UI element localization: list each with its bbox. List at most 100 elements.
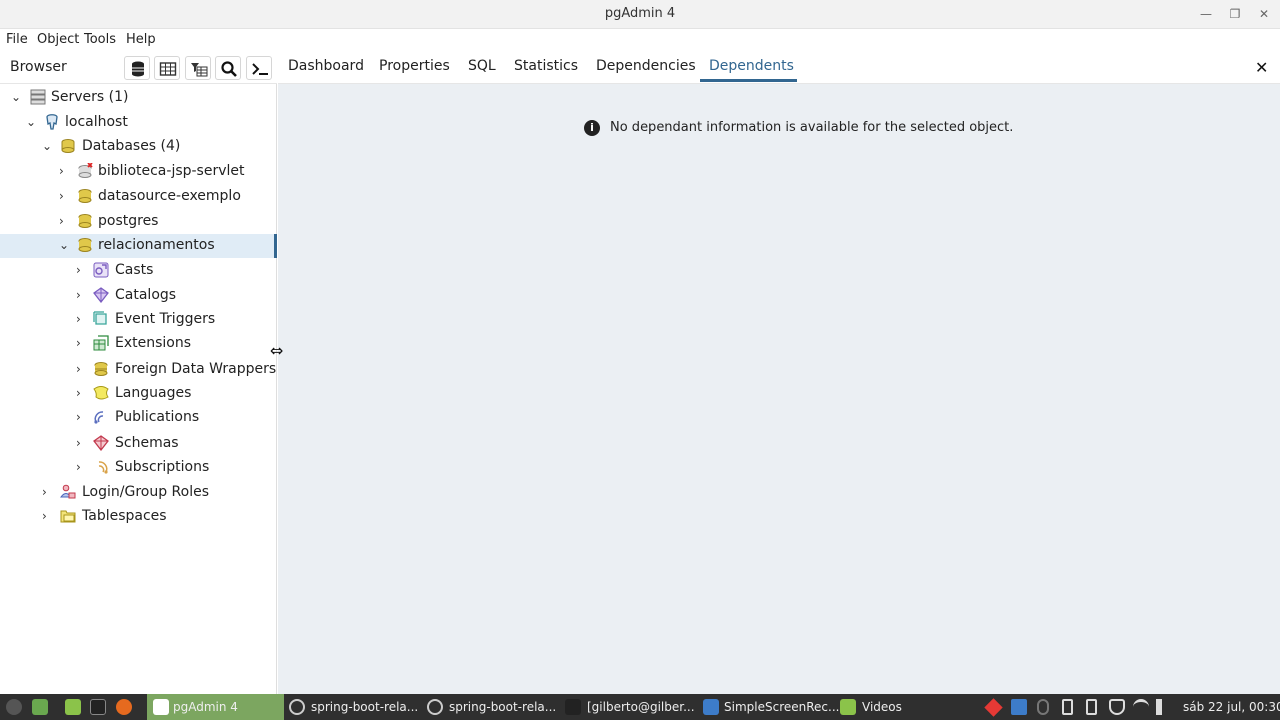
chevron-right-icon[interactable]: › (76, 460, 88, 474)
updates-icon[interactable] (1086, 699, 1097, 715)
tablespaces-icon (60, 508, 76, 524)
tree-label: Schemas (115, 435, 179, 451)
database-icon (77, 237, 93, 253)
browser-title: Browser (10, 59, 67, 75)
database-disconnected-icon (77, 162, 93, 179)
tree-label: Catalogs (115, 287, 177, 303)
tree-label: Foreign Data Wrappers (115, 361, 277, 377)
tree-node-databases[interactable]: ⌄ Databases (4) (0, 135, 277, 159)
menu-help[interactable]: Help (126, 32, 156, 47)
menu-tools[interactable]: Tools (84, 32, 116, 47)
chevron-down-icon[interactable]: ⌄ (42, 139, 54, 153)
browser-header: Browser (0, 51, 277, 84)
tab-dependencies[interactable]: Dependencies (596, 58, 696, 74)
chevron-down-icon[interactable]: ⌄ (26, 115, 38, 129)
chevron-right-icon[interactable]: › (76, 362, 88, 376)
tree-node-postgres[interactable]: › postgres (0, 210, 277, 234)
chevron-right-icon[interactable]: › (59, 164, 71, 178)
show-desktop-icon[interactable] (32, 699, 48, 715)
resize-handle-icon[interactable]: ⇔ (270, 341, 283, 360)
databases-icon (60, 138, 76, 154)
menu-object[interactable]: Object (37, 32, 79, 47)
psql-tool-button[interactable] (246, 56, 272, 80)
tree-node-casts[interactable]: › Casts (0, 259, 277, 283)
taskbar-item-spring-boot-1[interactable]: spring-boot-rela... (287, 694, 423, 720)
taskbar-item-spring-boot-2[interactable]: spring-boot-rela... (425, 694, 561, 720)
query-tool-button[interactable] (124, 56, 150, 80)
tree-node-subscriptions[interactable]: › Subscriptions (0, 456, 277, 480)
tree-node-login-group-roles[interactable]: › Login/Group Roles (0, 481, 277, 505)
menu-launcher-icon[interactable] (6, 699, 22, 715)
catalogs-icon (93, 287, 109, 304)
chevron-right-icon[interactable]: › (76, 288, 88, 302)
volume-icon[interactable] (1156, 699, 1170, 715)
tree-node-extensions[interactable]: › Extensions (0, 332, 277, 356)
tree-node-datasource-exemplo[interactable]: › datasource-exemplo (0, 185, 277, 209)
tree-label: Casts (115, 262, 154, 278)
close-window-icon[interactable]: ✕ (1256, 6, 1272, 22)
clock[interactable]: sáb 22 jul, 00:30 (1183, 694, 1280, 720)
chevron-right-icon[interactable]: › (76, 263, 88, 277)
tree-node-publications[interactable]: › Publications (0, 406, 277, 430)
tab-dashboard[interactable]: Dashboard (288, 58, 364, 74)
taskbar-item-pgadmin[interactable]: pgAdmin 4 (147, 694, 284, 720)
tab-statistics[interactable]: Statistics (514, 58, 578, 74)
gear-icon (289, 699, 305, 715)
dependents-panel: i No dependant information is available … (278, 84, 1280, 694)
clipboard-icon[interactable] (1062, 699, 1073, 715)
search-icon (221, 61, 237, 77)
tree-node-relacionamentos[interactable]: ⌄ relacionamentos (0, 234, 277, 258)
tree-node-foreign-data-wrappers[interactable]: › Foreign Data Wrappers (0, 358, 277, 382)
chevron-right-icon[interactable]: › (42, 509, 54, 523)
tree-node-schemas[interactable]: › Schemas (0, 432, 277, 456)
bluetooth-icon[interactable] (1037, 699, 1049, 715)
chevron-right-icon[interactable]: › (59, 214, 71, 228)
tree-label: datasource-exemplo (98, 188, 241, 204)
minimize-icon[interactable]: — (1198, 6, 1214, 22)
menu-file[interactable]: File (6, 32, 28, 47)
tree-node-catalogs[interactable]: › Catalogs (0, 284, 277, 308)
taskbar: pgAdmin 4 spring-boot-rela... spring-boo… (0, 694, 1280, 720)
tree-label: Tablespaces (82, 508, 167, 524)
filter-rows-button[interactable] (185, 56, 211, 80)
chevron-right-icon[interactable]: › (76, 312, 88, 326)
taskbar-item-simplescreenrecorder[interactable]: SimpleScreenRec... (701, 694, 839, 720)
tree-node-event-triggers[interactable]: › Event Triggers (0, 308, 277, 332)
shield-icon[interactable] (1109, 699, 1125, 715)
chevron-right-icon[interactable]: › (76, 436, 88, 450)
tab-dependents[interactable]: Dependents (709, 58, 794, 74)
folder-icon (840, 699, 856, 715)
tab-properties[interactable]: Properties (379, 58, 450, 74)
chevron-down-icon[interactable]: ⌄ (11, 90, 23, 104)
recording-indicator-icon[interactable] (984, 698, 1003, 717)
tree-node-tablespaces[interactable]: › Tablespaces (0, 505, 277, 529)
screen-recorder-tray-icon[interactable] (1011, 699, 1027, 715)
view-data-button[interactable] (154, 56, 180, 80)
search-objects-button[interactable] (215, 56, 241, 80)
chevron-down-icon[interactable]: ⌄ (59, 238, 71, 252)
firefox-icon[interactable] (116, 699, 132, 715)
tree-node-localhost[interactable]: ⌄ localhost (0, 111, 277, 135)
pgadmin-icon (153, 699, 169, 715)
chevron-right-icon[interactable]: › (76, 336, 88, 350)
chevron-right-icon[interactable]: › (76, 386, 88, 400)
schemas-icon (93, 435, 109, 452)
chevron-right-icon[interactable]: › (42, 485, 54, 499)
taskbar-item-terminal[interactable]: [gilberto@gilber... (563, 694, 699, 720)
close-tab-icon[interactable]: ✕ (1255, 58, 1268, 77)
tree-node-languages[interactable]: › Languages (0, 382, 277, 406)
empty-message: No dependant information is available fo… (610, 120, 1014, 135)
tree-node-biblioteca-jsp-servlet[interactable]: › biblioteca-jsp-servlet (0, 160, 277, 184)
servers-icon (30, 89, 46, 105)
wifi-icon[interactable] (1133, 699, 1149, 715)
taskbar-item-label: [gilberto@gilber... (587, 700, 695, 714)
taskbar-item-videos[interactable]: Videos (839, 694, 975, 720)
chevron-right-icon[interactable]: › (59, 189, 71, 203)
tree-node-servers[interactable]: ⌄ Servers (1) (0, 86, 277, 110)
maximize-icon[interactable]: ❐ (1227, 6, 1243, 22)
chevron-right-icon[interactable]: › (76, 410, 88, 424)
files-icon[interactable] (65, 699, 81, 715)
window-title: pgAdmin 4 (604, 6, 676, 21)
terminal-launcher-icon[interactable] (90, 699, 106, 715)
tab-sql[interactable]: SQL (468, 58, 496, 74)
